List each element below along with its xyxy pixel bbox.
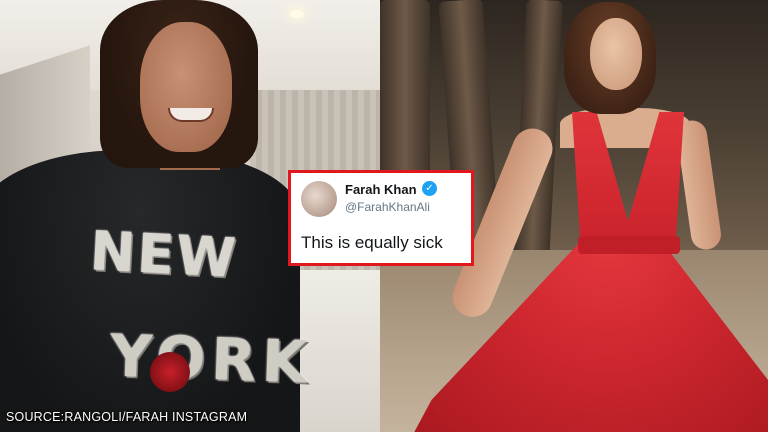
smile [168, 108, 214, 122]
tweet-author-name: Farah Khan [345, 182, 417, 197]
news-image: NEW YORK Farah Khan ✓ @FarahKhanAli This… [0, 0, 768, 432]
avatar [301, 181, 337, 217]
sweater-red-sequin [150, 352, 190, 392]
face [140, 22, 232, 152]
cabin-light [290, 10, 304, 18]
tweet-author-handle: @FarahKhanAli [345, 200, 430, 214]
sweater-print-new: NEW [88, 219, 240, 290]
tweet-text: This is equally sick [301, 233, 443, 252]
sweater-print-york: YORK [108, 321, 314, 397]
woman-face [590, 18, 642, 90]
source-caption: SOURCE:RANGOLI/FARAH INSTAGRAM [6, 410, 248, 424]
verified-check-icon: ✓ [422, 181, 437, 196]
dress-waistband [578, 236, 680, 254]
tweet-card: Farah Khan ✓ @FarahKhanAli This is equal… [288, 170, 474, 266]
